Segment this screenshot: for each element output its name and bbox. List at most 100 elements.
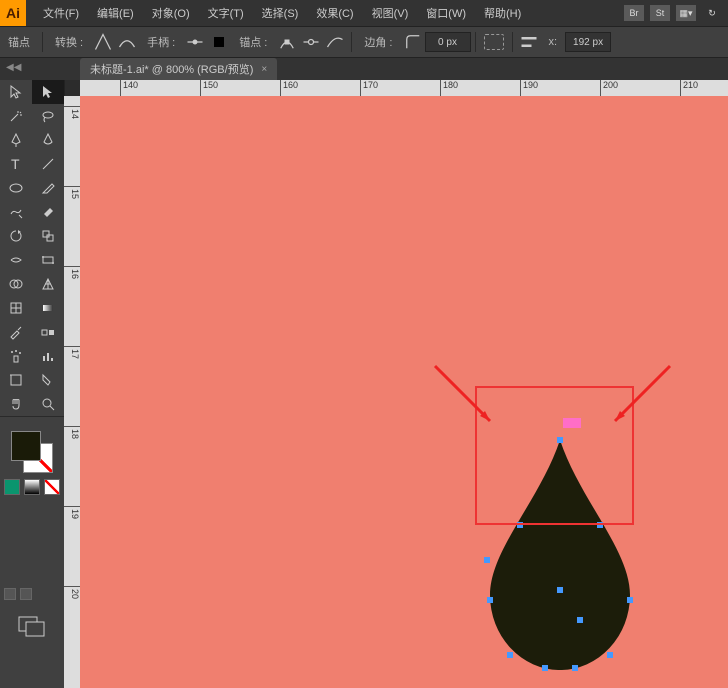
- line-tool[interactable]: [32, 152, 64, 176]
- menu-file[interactable]: 文件(F): [34, 1, 88, 25]
- ruler-tick: 160: [280, 80, 298, 96]
- corner-value-input[interactable]: [425, 32, 471, 52]
- magic-wand-tool[interactable]: [0, 104, 32, 128]
- symbol-sprayer-tool[interactable]: [0, 344, 32, 368]
- curvature-tool[interactable]: [32, 128, 64, 152]
- screen-mode-icon[interactable]: [18, 616, 48, 641]
- ellipse-tool[interactable]: [0, 176, 32, 200]
- direct-selection-tool[interactable]: [32, 80, 64, 104]
- align-icon[interactable]: [519, 32, 539, 52]
- x-value-input[interactable]: [565, 32, 611, 52]
- cut-path-icon[interactable]: [301, 32, 321, 52]
- handle-show-icon[interactable]: [185, 32, 205, 52]
- blend-tool[interactable]: [32, 320, 64, 344]
- sync-icon[interactable]: ↻: [702, 5, 722, 21]
- menu-view[interactable]: 视图(V): [363, 1, 418, 25]
- pen-tool[interactable]: [0, 128, 32, 152]
- anchor-label: 锚点: [0, 34, 38, 50]
- type-tool[interactable]: T: [0, 152, 32, 176]
- menu-help[interactable]: 帮助(H): [475, 1, 530, 25]
- perspective-tool[interactable]: [32, 272, 64, 296]
- selection-tool[interactable]: [0, 80, 32, 104]
- menu-effect[interactable]: 效果(C): [307, 1, 362, 25]
- lasso-tool[interactable]: [32, 104, 64, 128]
- svg-text:T: T: [11, 156, 20, 172]
- top-right-controls: Br St ▦▾ ↻: [624, 5, 722, 21]
- tool-panel: T: [0, 80, 65, 688]
- ruler-tick: 14: [64, 106, 80, 119]
- menu-window[interactable]: 窗口(W): [417, 1, 475, 25]
- color-mode-solid[interactable]: [4, 479, 20, 495]
- handle-label: 手柄 :: [139, 34, 183, 50]
- ruler-tick: 15: [64, 186, 80, 199]
- connect-anchor-icon[interactable]: [325, 32, 345, 52]
- eraser-tool[interactable]: [32, 200, 64, 224]
- corner-type-icon[interactable]: [403, 32, 423, 52]
- anchor-point[interactable]: [577, 617, 583, 623]
- ruler-tick: 180: [440, 80, 458, 96]
- hand-tool[interactable]: [0, 392, 32, 416]
- color-mode-none[interactable]: [44, 479, 60, 495]
- color-mode-gradient[interactable]: [24, 479, 40, 495]
- annotation-arrow-right: [600, 356, 680, 436]
- annotation-arrow-left: [425, 356, 505, 436]
- ruler-tick: 190: [520, 80, 538, 96]
- menu-type[interactable]: 文字(T): [199, 1, 253, 25]
- workspace: T: [0, 80, 728, 688]
- control-bar: 锚点 转换 : 手柄 : 锚点 : 边角 : x:: [0, 27, 728, 58]
- close-tab-icon[interactable]: ×: [261, 64, 267, 75]
- ruler-tick: 18: [64, 426, 80, 439]
- ruler-tick: 150: [200, 80, 218, 96]
- gradient-tool[interactable]: [32, 296, 64, 320]
- column-graph-tool[interactable]: [32, 344, 64, 368]
- scale-tool[interactable]: [32, 224, 64, 248]
- swap-default-icons[interactable]: [4, 588, 32, 600]
- menu-edit[interactable]: 编辑(E): [88, 1, 143, 25]
- bounding-box-icon[interactable]: [484, 34, 504, 50]
- ruler-tick: 17: [64, 346, 80, 359]
- vertical-ruler: 14 15 16 17 18 19 20: [64, 96, 80, 688]
- workspace-icon[interactable]: ▦▾: [676, 5, 696, 21]
- anchor-point[interactable]: [607, 652, 613, 658]
- convert-smooth-icon[interactable]: [117, 32, 137, 52]
- convert-corner-icon[interactable]: [93, 32, 113, 52]
- fill-stroke-swatch[interactable]: [11, 431, 53, 473]
- color-mode-row: [0, 479, 64, 495]
- artboard-tool[interactable]: [0, 368, 32, 392]
- zoom-tool[interactable]: [32, 392, 64, 416]
- stock-icon[interactable]: St: [650, 5, 670, 21]
- anchor-point[interactable]: [557, 587, 563, 593]
- menu-object[interactable]: 对象(O): [143, 1, 199, 25]
- anchor-point[interactable]: [627, 597, 633, 603]
- menu-select[interactable]: 选择(S): [253, 1, 308, 25]
- app-logo: Ai: [0, 0, 26, 26]
- canvas[interactable]: [80, 96, 728, 688]
- anchor-point[interactable]: [542, 665, 548, 671]
- document-tabs: ◀◀ 未标题-1.ai* @ 800% (RGB/预览) ×: [0, 58, 728, 81]
- main-menu: 文件(F) 编辑(E) 对象(O) 文字(T) 选择(S) 效果(C) 视图(V…: [34, 1, 530, 25]
- shaper-tool[interactable]: [0, 200, 32, 224]
- remove-anchor-icon[interactable]: [277, 32, 297, 52]
- x-label: x:: [541, 36, 566, 48]
- ruler-tick: 16: [64, 266, 80, 279]
- slice-tool[interactable]: [32, 368, 64, 392]
- eyedropper-tool[interactable]: [0, 320, 32, 344]
- free-transform-tool[interactable]: [32, 248, 64, 272]
- anchors-label: 锚点 :: [231, 34, 275, 50]
- shape-builder-tool[interactable]: [0, 272, 32, 296]
- anchor-point[interactable]: [484, 557, 490, 563]
- paintbrush-tool[interactable]: [32, 176, 64, 200]
- collapse-icon[interactable]: ◀◀: [6, 62, 21, 73]
- anchor-point[interactable]: [507, 652, 513, 658]
- ruler-tick: 200: [600, 80, 618, 96]
- mesh-tool[interactable]: [0, 296, 32, 320]
- anchor-point[interactable]: [572, 665, 578, 671]
- bridge-icon[interactable]: Br: [624, 5, 644, 21]
- fill-color[interactable]: [11, 431, 41, 461]
- convert-label: 转换 :: [47, 34, 91, 50]
- handle-square-icon[interactable]: [209, 32, 229, 52]
- document-tab[interactable]: 未标题-1.ai* @ 800% (RGB/预览) ×: [80, 58, 277, 80]
- rotate-tool[interactable]: [0, 224, 32, 248]
- anchor-point[interactable]: [487, 597, 493, 603]
- width-tool[interactable]: [0, 248, 32, 272]
